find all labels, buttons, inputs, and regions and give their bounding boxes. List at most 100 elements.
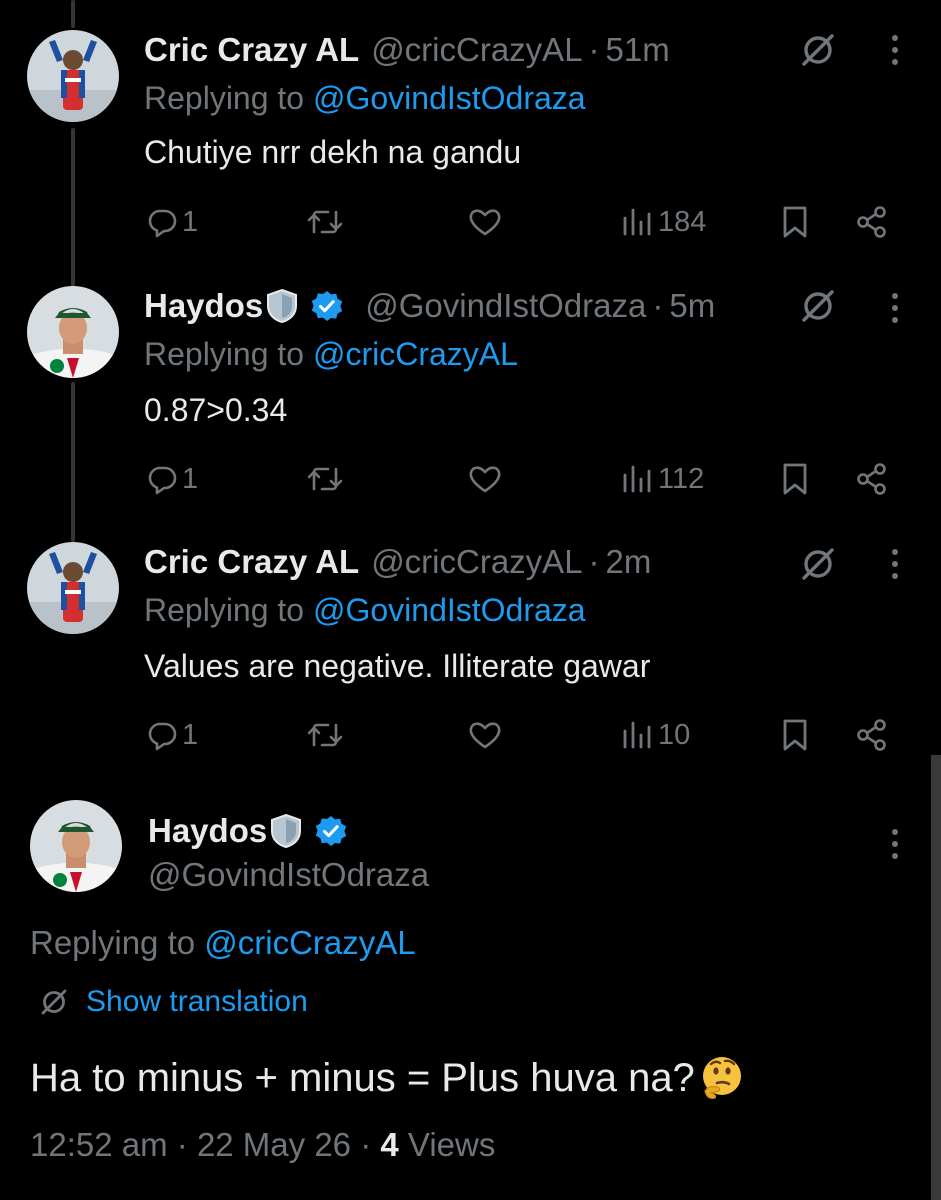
shield-icon: [271, 813, 302, 849]
views-button[interactable]: 10: [620, 713, 690, 757]
more-icon[interactable]: [885, 544, 905, 584]
avatar[interactable]: [30, 800, 122, 892]
timestamp[interactable]: 5m: [669, 287, 715, 325]
retweet-button[interactable]: [305, 457, 345, 501]
action-bar: 1 184: [0, 200, 941, 244]
author-name[interactable]: Haydos: [144, 287, 263, 325]
replying-to-handle[interactable]: @GovindIstOdraza: [313, 80, 586, 116]
bookmark-button[interactable]: [780, 713, 810, 757]
separator-dot: ·: [588, 31, 600, 68]
separator-dot: ·: [176, 1126, 197, 1163]
more-icon[interactable]: [885, 824, 905, 864]
like-button[interactable]: [467, 457, 503, 501]
more-icon[interactable]: [885, 30, 905, 70]
replying-to: Replying to @cricCrazyAL: [144, 336, 518, 373]
author-name[interactable]: Cric Crazy AL: [144, 31, 359, 69]
replying-to-label: Replying to: [144, 592, 313, 628]
scrollbar[interactable]: [931, 755, 941, 1200]
translate-icon: [41, 989, 67, 1015]
bookmark-icon: [783, 719, 807, 751]
views-icon: [623, 465, 651, 493]
retweet-button[interactable]: [305, 713, 345, 757]
show-translation-label: Show translation: [86, 985, 308, 1018]
views-button[interactable]: 112: [620, 457, 704, 501]
show-translation-button[interactable]: Show translation: [38, 985, 308, 1019]
views-icon: [623, 721, 651, 749]
author-handle[interactable]: @cricCrazyAL: [371, 543, 582, 581]
verified-badge-icon[interactable]: [311, 290, 343, 322]
retweet-button[interactable]: [305, 200, 345, 244]
replying-to-handle[interactable]: @GovindIstOdraza: [313, 592, 586, 628]
thinking-face-icon: [702, 1057, 741, 1099]
reply-count: 1: [182, 718, 199, 751]
reply-icon: [148, 722, 177, 751]
share-button[interactable]: [855, 713, 889, 757]
separator-dot: ·: [588, 543, 600, 580]
tweet-text: 0.87>0.34: [144, 392, 288, 428]
avatar[interactable]: [27, 30, 119, 122]
reply-count: 1: [182, 462, 199, 495]
verified-badge-icon[interactable]: [315, 815, 347, 847]
reply-button[interactable]: 1: [146, 200, 198, 244]
bookmark-icon: [783, 206, 807, 238]
author-handle[interactable]: @GovindIstOdraza: [148, 856, 429, 894]
views-count: 10: [658, 718, 691, 751]
share-icon: [857, 206, 886, 238]
views-label: Views: [407, 1126, 496, 1163]
like-button[interactable]: [467, 713, 503, 757]
replying-to: Replying to @GovindIstOdraza: [144, 592, 586, 629]
tweet-text: Values are negative. Illiterate gawar: [144, 648, 651, 684]
reply-icon: [148, 209, 177, 238]
separator-dot: ·: [360, 1126, 381, 1163]
shield-icon: [267, 288, 298, 324]
replying-to-handle[interactable]: @cricCrazyAL: [313, 336, 518, 372]
like-button[interactable]: [467, 200, 503, 244]
timestamp[interactable]: 51m: [606, 31, 670, 69]
views-button[interactable]: 184: [620, 200, 706, 244]
timestamp[interactable]: 2m: [606, 543, 652, 581]
author-name[interactable]: Haydos: [148, 812, 267, 850]
replying-to: Replying to @GovindIstOdraza: [144, 80, 586, 117]
reply-button[interactable]: 1: [146, 713, 198, 757]
avatar[interactable]: [27, 542, 119, 634]
reply-button[interactable]: 1: [146, 457, 198, 501]
grok-icon[interactable]: [798, 286, 838, 326]
views-count: 184: [658, 205, 707, 238]
author-handle[interactable]: @cricCrazyAL: [371, 31, 582, 69]
avatar[interactable]: [27, 286, 119, 378]
grok-icon[interactable]: [798, 30, 838, 70]
tweet-text-content: Ha to minus + minus = Plus huva na?: [30, 1055, 695, 1100]
author-handle[interactable]: @GovindIstOdraza: [365, 287, 646, 325]
share-button[interactable]: [855, 457, 889, 501]
retweet-icon: [307, 723, 343, 747]
tweet-date[interactable]: 22 May 26: [197, 1126, 351, 1163]
share-icon: [857, 463, 886, 495]
replying-to-handle[interactable]: @cricCrazyAL: [204, 924, 415, 961]
replying-to-label: Replying to: [144, 80, 313, 116]
reply-icon: [148, 466, 177, 495]
like-icon: [469, 209, 501, 236]
tweet-meta: 12:52 am · 22 May 26 · 4 Views: [30, 1126, 495, 1164]
views-icon: [623, 208, 651, 236]
like-icon: [469, 722, 501, 749]
author-name[interactable]: Cric Crazy AL: [144, 543, 359, 581]
retweet-icon: [307, 210, 343, 234]
tweet-text: Ha to minus + minus = Plus huva na?: [30, 1054, 745, 1102]
more-icon[interactable]: [885, 288, 905, 328]
like-icon: [469, 466, 501, 493]
bookmark-button[interactable]: [780, 200, 810, 244]
views-count: 112: [658, 462, 705, 495]
bookmark-button[interactable]: [780, 457, 810, 501]
share-icon: [857, 719, 886, 751]
replying-to-label: Replying to: [30, 924, 205, 961]
bookmark-icon: [783, 463, 807, 495]
retweet-icon: [307, 467, 343, 491]
action-bar: 1 10: [0, 713, 941, 757]
reply-count: 1: [182, 205, 199, 238]
replying-to-label: Replying to: [144, 336, 313, 372]
separator-dot: ·: [652, 287, 664, 324]
replying-to: Replying to @cricCrazyAL: [30, 924, 416, 962]
share-button[interactable]: [855, 200, 889, 244]
tweet-time[interactable]: 12:52 am: [30, 1126, 168, 1163]
grok-icon[interactable]: [798, 544, 838, 584]
